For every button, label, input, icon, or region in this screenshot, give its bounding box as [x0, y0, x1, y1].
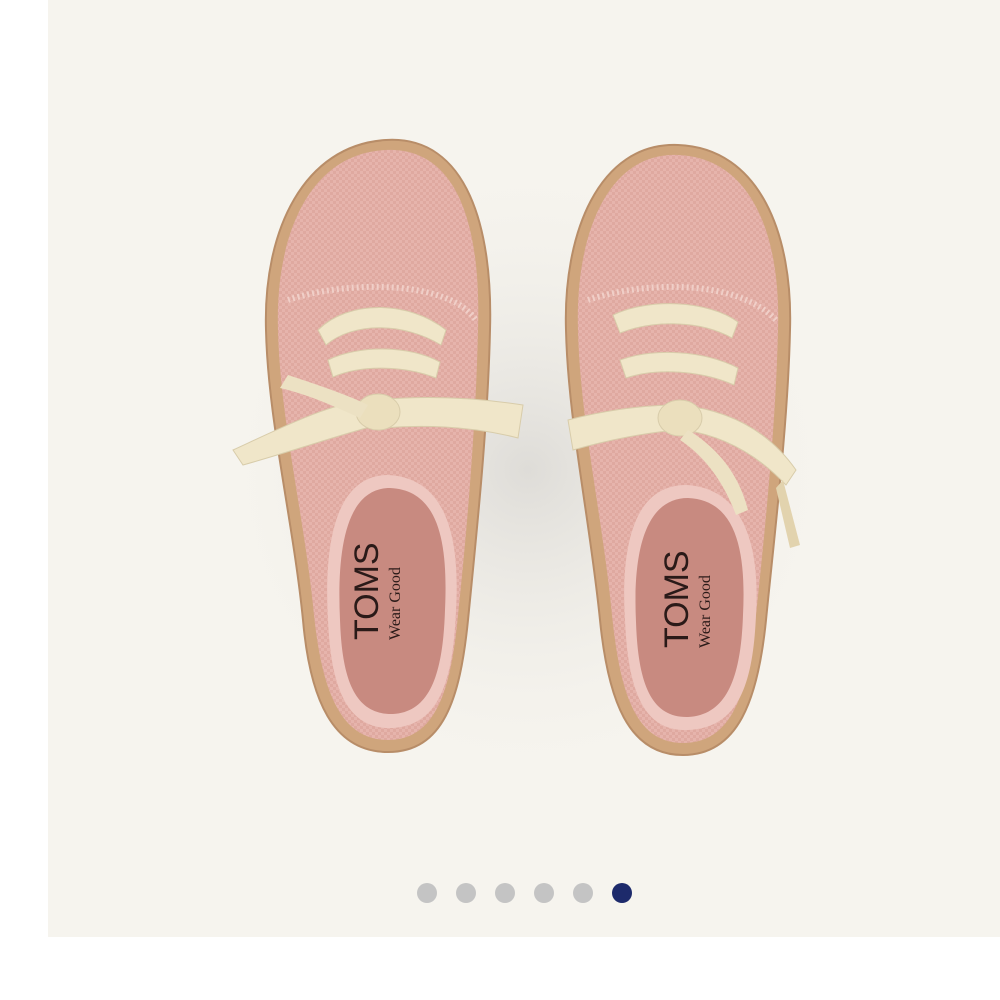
carousel-dot-3[interactable] [494, 883, 515, 903]
carousel-dot-5[interactable] [572, 883, 593, 903]
right-insole-brand: TOMS [658, 550, 696, 648]
carousel-dot-1[interactable] [416, 883, 437, 903]
carousel-dot-6[interactable] [611, 883, 632, 903]
carousel-dot-4[interactable] [533, 883, 554, 903]
product-image-viewer[interactable]: TOMS Wear Good TOMS Wear Good [48, 0, 1000, 937]
carousel-pagination [48, 883, 1000, 903]
product-image: TOMS Wear Good TOMS Wear Good [198, 138, 858, 800]
left-insole-tagline: Wear Good [387, 567, 404, 640]
right-insole-tagline: Wear Good [697, 575, 714, 648]
carousel-dot-2[interactable] [455, 883, 476, 903]
left-insole-brand: TOMS [348, 542, 386, 640]
